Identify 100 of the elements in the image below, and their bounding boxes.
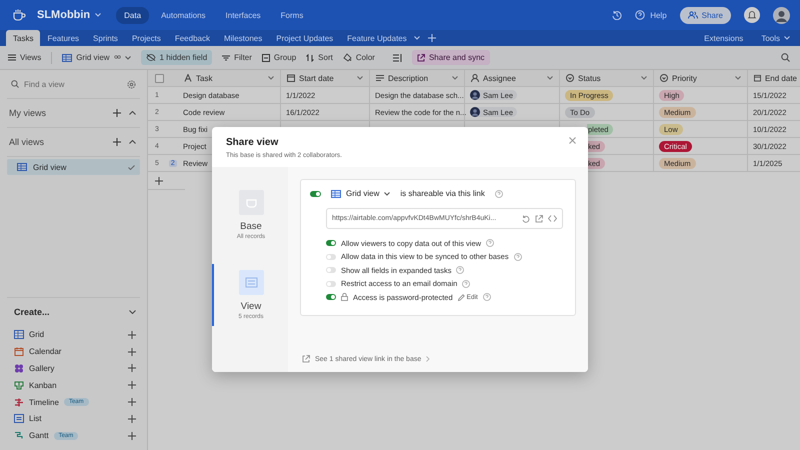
create-view-option[interactable]: Calendar xyxy=(29,347,62,356)
pencil-icon xyxy=(458,294,465,300)
create-view-option[interactable]: Gallery xyxy=(29,364,54,373)
hidden-fields-button[interactable]: 1 hidden field xyxy=(140,50,212,65)
add-icon[interactable] xyxy=(128,348,136,356)
embed-icon[interactable] xyxy=(548,215,557,222)
collapse-icon[interactable] xyxy=(129,140,136,144)
row-height-icon[interactable] xyxy=(392,54,402,62)
color-button[interactable]: Color xyxy=(342,53,375,62)
table-tab[interactable]: Milestones xyxy=(216,30,270,46)
column-header[interactable]: Assignee xyxy=(465,70,560,86)
help-icon[interactable] xyxy=(494,190,503,198)
base-name[interactable]: SLMobbin xyxy=(37,9,90,21)
table-tab[interactable]: Projects xyxy=(124,30,168,46)
help-icon[interactable] xyxy=(462,280,470,288)
nav-tab[interactable]: Data xyxy=(116,6,150,24)
create-view-option[interactable]: Grid xyxy=(29,330,44,340)
share-button[interactable]: Share xyxy=(680,6,731,24)
help-icon[interactable] xyxy=(456,266,464,274)
history-icon[interactable] xyxy=(612,10,622,20)
paint-bucket-icon xyxy=(342,53,352,62)
add-icon[interactable] xyxy=(113,109,121,117)
grid-icon xyxy=(62,54,72,62)
grid-icon xyxy=(331,190,341,198)
views-button[interactable]: Views xyxy=(8,53,42,62)
tools-menu[interactable]: Tools xyxy=(761,34,780,42)
share-sync-button[interactable]: Share and sync xyxy=(412,50,490,65)
option-toggle[interactable] xyxy=(326,240,336,246)
option-toggle[interactable] xyxy=(326,280,336,286)
collapse-icon[interactable] xyxy=(129,111,136,115)
table-tab[interactable]: Features xyxy=(40,30,86,46)
create-title[interactable]: Create... xyxy=(14,307,50,318)
help-icon[interactable] xyxy=(514,252,522,260)
caret-icon xyxy=(268,76,274,80)
column-header[interactable]: Task xyxy=(178,70,281,86)
group-button[interactable]: Group xyxy=(262,53,296,62)
help-icon[interactable] xyxy=(486,239,494,247)
sort-button[interactable]: Sort xyxy=(306,53,333,62)
caret-icon xyxy=(735,76,741,80)
add-row-icon[interactable] xyxy=(155,176,163,184)
nav-tab[interactable]: Forms xyxy=(272,6,312,24)
grid-icon xyxy=(17,163,27,171)
view-item[interactable]: Grid view xyxy=(7,159,140,175)
open-link-icon[interactable] xyxy=(535,214,543,222)
avatar-icon xyxy=(470,90,480,100)
option-toggle[interactable] xyxy=(326,267,336,273)
table-tab[interactable]: Project Updates xyxy=(269,30,340,46)
option-toggle[interactable] xyxy=(326,294,336,300)
bell-icon[interactable] xyxy=(744,7,760,23)
column-header[interactable]: End date xyxy=(748,70,800,86)
help-icon[interactable] xyxy=(635,10,646,20)
find-view-field[interactable]: Find a view xyxy=(24,80,104,88)
nav-tab[interactable]: Interfaces xyxy=(218,6,269,24)
view-picker[interactable]: Grid view xyxy=(331,189,390,198)
section-title: All views xyxy=(9,137,44,147)
help-icon[interactable] xyxy=(482,293,491,301)
timeline-view-icon xyxy=(14,398,24,406)
add-icon[interactable] xyxy=(113,138,121,146)
regenerate-icon[interactable] xyxy=(522,214,530,222)
create-view-option[interactable]: Timeline xyxy=(29,398,59,406)
dialog-title: Share view xyxy=(226,137,280,148)
add-icon[interactable] xyxy=(128,330,136,339)
cup-logo-icon[interactable] xyxy=(12,9,26,21)
search-icon xyxy=(11,80,19,88)
add-icon[interactable] xyxy=(128,364,136,372)
create-view-option[interactable]: Kanban xyxy=(29,380,57,390)
caret-icon xyxy=(124,56,131,60)
column-header[interactable]: Start date xyxy=(281,70,370,86)
nav-tab[interactable]: Automations xyxy=(153,6,214,24)
table-tab[interactable]: Feature Updates xyxy=(340,30,414,46)
settings-icon[interactable] xyxy=(127,80,136,88)
avatar-icon[interactable] xyxy=(773,6,790,24)
help-link[interactable]: Help xyxy=(650,10,667,20)
option-toggle[interactable] xyxy=(326,254,336,260)
add-icon[interactable] xyxy=(128,381,136,390)
calendar-view-icon xyxy=(14,347,24,356)
view-switcher[interactable]: Grid view xyxy=(62,53,131,62)
caret-icon xyxy=(641,76,647,80)
add-icon[interactable] xyxy=(128,414,136,423)
create-view-option[interactable]: Gantt xyxy=(29,431,49,440)
create-view-option[interactable]: List xyxy=(29,414,42,424)
search-icon[interactable] xyxy=(781,53,790,62)
select-all-checkbox[interactable] xyxy=(155,74,164,82)
column-header[interactable]: Priority xyxy=(654,70,748,86)
caret-icon[interactable] xyxy=(129,310,136,314)
table-tab[interactable]: Sprints xyxy=(86,30,125,46)
add-icon[interactable] xyxy=(128,432,136,440)
extensions-button[interactable]: Extensions xyxy=(704,34,744,42)
sort-icon xyxy=(306,54,314,62)
add-icon[interactable] xyxy=(128,398,136,406)
list-view-icon xyxy=(14,414,24,424)
table-tab[interactable]: Tasks xyxy=(6,30,40,46)
share-link-toggle[interactable] xyxy=(310,190,321,196)
table-tab[interactable]: Feedback xyxy=(168,30,217,46)
column-header[interactable]: Status xyxy=(560,70,654,86)
column-header[interactable]: Description xyxy=(370,70,465,86)
close-icon[interactable] xyxy=(569,137,576,144)
external-link-icon xyxy=(416,54,425,62)
filter-button[interactable]: Filter xyxy=(222,53,252,62)
list-card-icon xyxy=(238,270,264,295)
